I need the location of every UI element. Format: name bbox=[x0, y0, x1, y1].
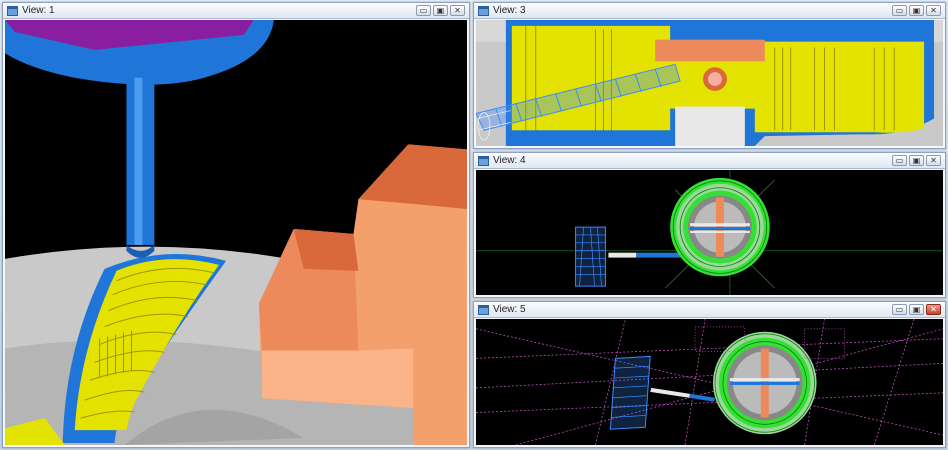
view-5-window[interactable]: View: 5 ▭ ▣ ✕ bbox=[473, 301, 946, 448]
window-icon bbox=[478, 304, 489, 315]
view-1-scene bbox=[5, 20, 467, 445]
view-3-title: View: 3 bbox=[493, 5, 526, 16]
view-4-scene bbox=[476, 170, 943, 295]
view-4-viewport[interactable] bbox=[476, 170, 943, 295]
view-1-titlebar[interactable]: View: 1 ▭ ▣ ✕ bbox=[3, 3, 469, 19]
view-1-title: View: 1 bbox=[22, 5, 55, 16]
close-icon[interactable]: ✕ bbox=[450, 5, 465, 16]
view-5-viewport[interactable] bbox=[476, 319, 943, 445]
view-4-titlebar[interactable]: View: 4 ▭ ▣ ✕ bbox=[474, 153, 945, 169]
view-4-window[interactable]: View: 4 ▭ ▣ ✕ bbox=[473, 152, 946, 298]
minimize-icon[interactable]: ▭ bbox=[892, 5, 907, 16]
maximize-icon[interactable]: ▣ bbox=[433, 5, 448, 16]
close-icon[interactable]: ✕ bbox=[926, 304, 941, 315]
minimize-icon[interactable]: ▭ bbox=[416, 5, 431, 16]
view-3-scene bbox=[476, 20, 943, 146]
view-3-viewport[interactable] bbox=[476, 20, 943, 146]
window-icon bbox=[478, 155, 489, 166]
view-5-title: View: 5 bbox=[493, 304, 526, 315]
view-3-window[interactable]: View: 3 ▭ ▣ ✕ bbox=[473, 2, 946, 149]
minimize-icon[interactable]: ▭ bbox=[892, 304, 907, 315]
view-5-scene bbox=[476, 319, 943, 445]
maximize-icon[interactable]: ▣ bbox=[909, 5, 924, 16]
close-icon[interactable]: ✕ bbox=[926, 155, 941, 166]
maximize-icon[interactable]: ▣ bbox=[909, 304, 924, 315]
minimize-icon[interactable]: ▭ bbox=[892, 155, 907, 166]
view-5-titlebar[interactable]: View: 5 ▭ ▣ ✕ bbox=[474, 302, 945, 318]
window-icon bbox=[478, 5, 489, 16]
maximize-icon[interactable]: ▣ bbox=[909, 155, 924, 166]
view-4-title: View: 4 bbox=[493, 155, 526, 166]
close-icon[interactable]: ✕ bbox=[926, 5, 941, 16]
window-icon bbox=[7, 5, 18, 16]
desktop: View: 1 ▭ ▣ ✕ View: 3 ▭ ▣ ✕ View: 4 ▭ ▣ … bbox=[0, 0, 948, 450]
view-1-window[interactable]: View: 1 ▭ ▣ ✕ bbox=[2, 2, 470, 448]
view-3-titlebar[interactable]: View: 3 ▭ ▣ ✕ bbox=[474, 3, 945, 19]
view-1-viewport[interactable] bbox=[5, 20, 467, 445]
